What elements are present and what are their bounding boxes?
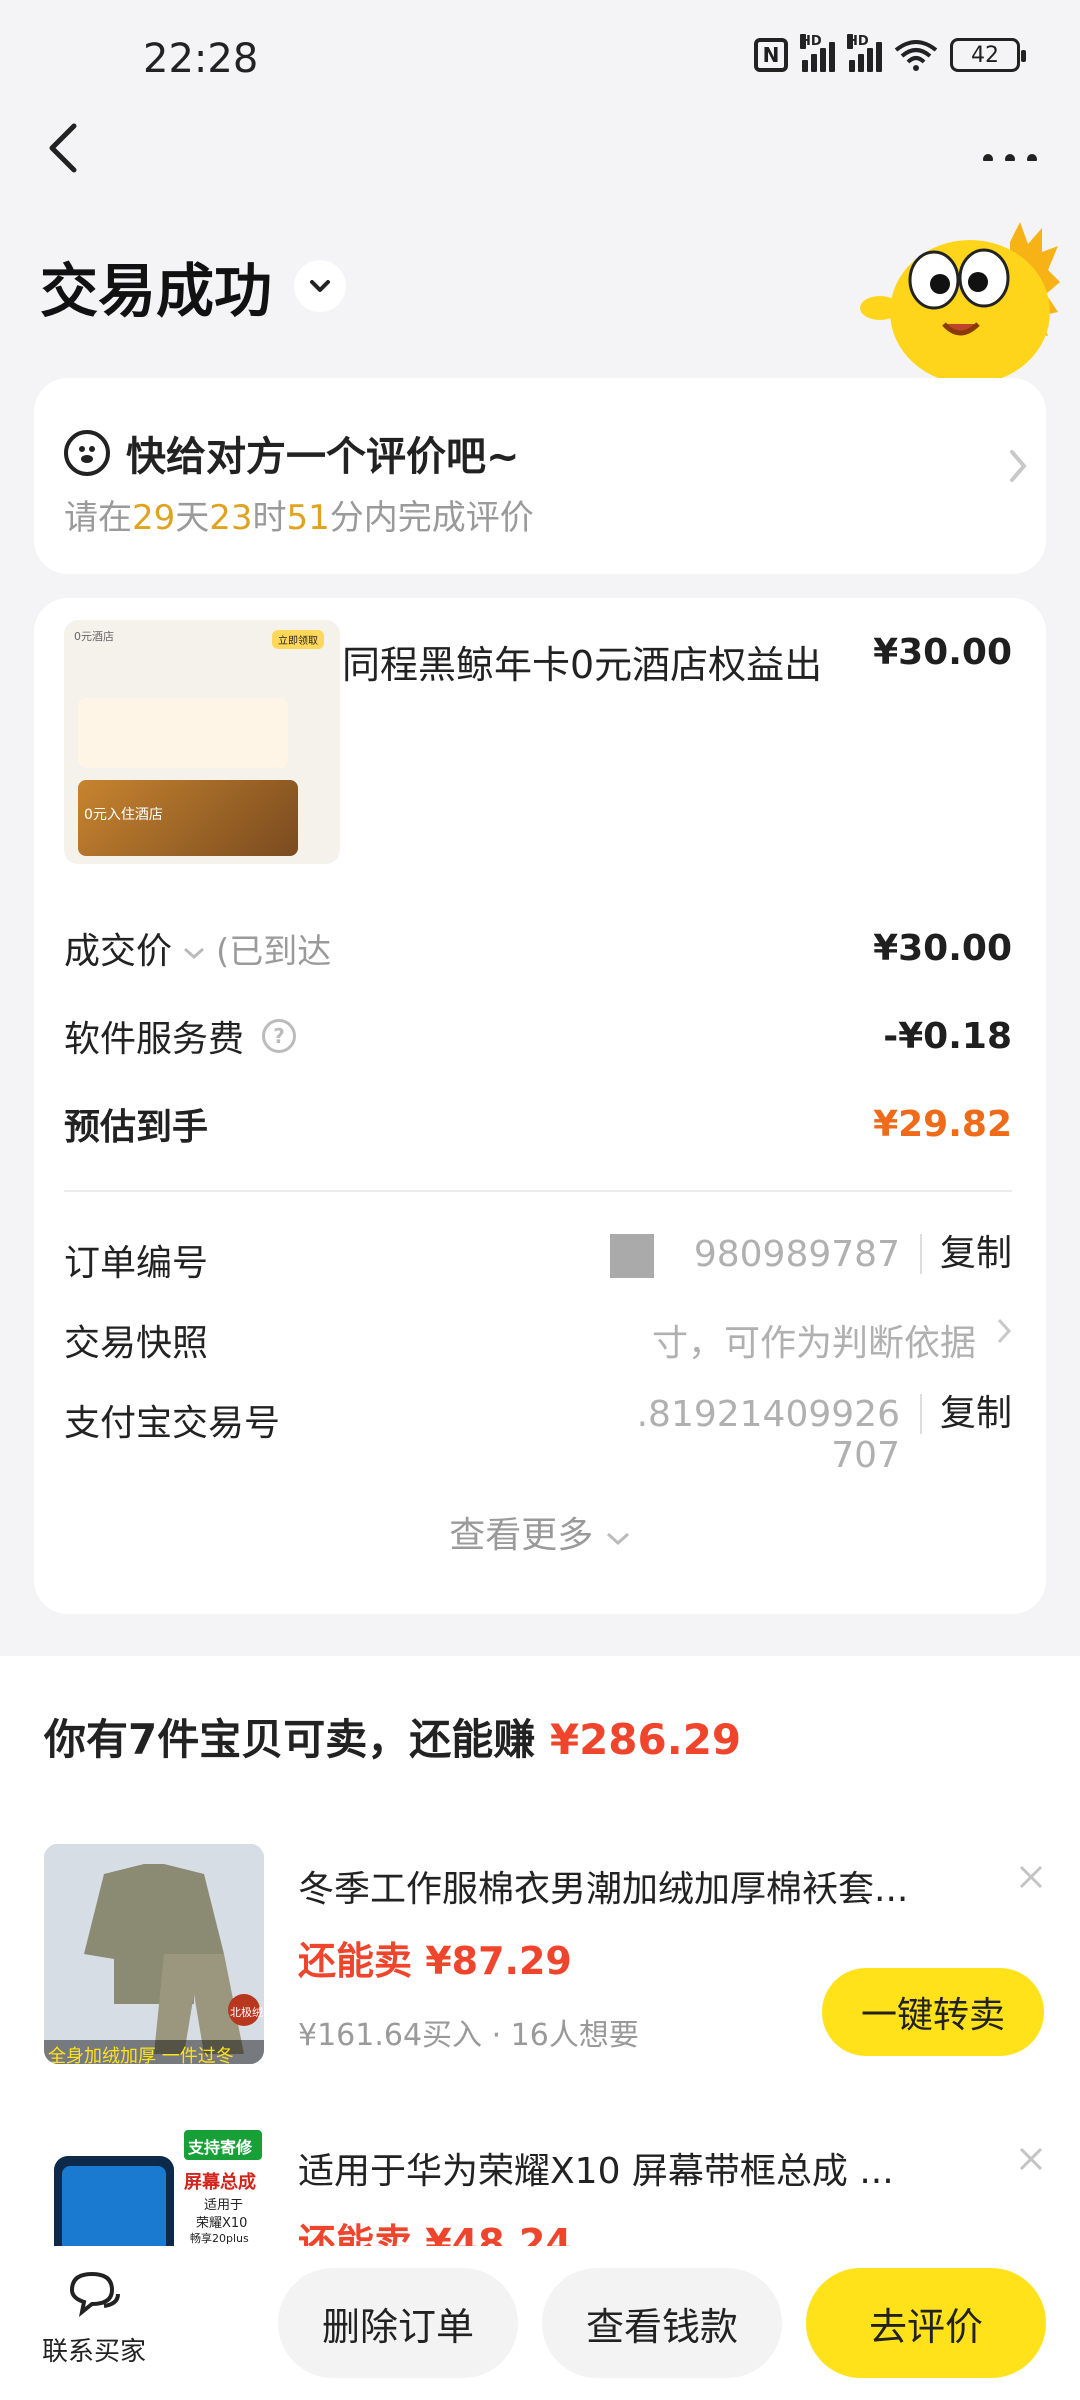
jacket-caption: 全身加绒加厚 一件过冬: [48, 2046, 234, 2064]
page-title-text: 交易成功: [40, 257, 273, 325]
close-icon[interactable]: [1018, 2136, 1044, 2182]
service-fee-label: 软件服务费: [64, 1019, 245, 1060]
review-title-text: 快给对方一个评价吧~: [126, 434, 520, 480]
signal-icon-2: HD: [847, 34, 882, 72]
delete-order-button[interactable]: 删除订单: [278, 2268, 518, 2378]
face-icon: [64, 430, 110, 476]
resell-item[interactable]: 北极绒 全身加绒加厚 一件过冬 冬季工作服棉衣男潮加绒加厚棉袄套... 还能卖 …: [44, 1844, 1044, 2064]
help-icon[interactable]: ?: [262, 1019, 297, 1053]
estimated-income-row: 预估到手 ¥29.82: [64, 1094, 1012, 1154]
review-title: 快给对方一个评价吧~: [64, 424, 520, 482]
product-thumbnail[interactable]: 0元酒店 立即领取 0元入住酒店: [64, 620, 340, 864]
more-icon[interactable]: [980, 110, 1040, 175]
battery-icon: 42: [950, 38, 1026, 72]
resell-title-prefix: 你有7件宝贝可卖，还能赚: [44, 1715, 550, 1764]
jacket-product-image: 北极绒 全身加绒加厚 一件过冬: [44, 1844, 264, 2064]
item-title: 冬季工作服棉衣男潮加绒加厚棉袄套...: [298, 1869, 909, 1910]
snapshot-value: 寸，可作为判断依据: [651, 1323, 976, 1364]
mascot-fish-icon: [860, 222, 1060, 382]
alipay-number-label: 支付宝交易号: [64, 1403, 281, 1444]
bottom-action-bar: 联系买家 删除订单 查看钱款 去评价: [0, 2246, 1080, 2400]
hd-label-2: HD: [847, 34, 869, 49]
wifi-icon: [894, 40, 938, 71]
copy-order-number-button[interactable]: 复制: [919, 1234, 1012, 1274]
thumb-steps: [78, 698, 288, 768]
status-icons: N HD HD 42: [754, 34, 1026, 72]
resell-total-amount: ¥286.29: [549, 1715, 742, 1764]
snapshot-label: 交易快照: [64, 1323, 209, 1364]
resell-title: 你有7件宝贝可卖，还能赚 ¥286.29: [44, 1706, 741, 1767]
service-fee-row: 软件服务费 ? -¥0.18: [64, 1006, 1012, 1066]
countdown-hours: 23: [209, 498, 253, 538]
copy-alipay-number-button[interactable]: 复制: [919, 1394, 1012, 1434]
thumb-img-text: 0元入住酒店: [84, 807, 163, 823]
alipay-number-line1: .81921409926: [636, 1394, 900, 1435]
order-detail-card: 0元酒店 立即领取 0元入住酒店 同程黑鲸年卡0元酒店权益出 ¥30.00 成交…: [34, 598, 1046, 1614]
close-icon[interactable]: [1018, 1854, 1044, 1900]
chat-icon: [69, 2271, 120, 2317]
deal-price-row: 成交价 (已到达 ¥30.00: [64, 918, 1012, 978]
deal-price-value: ¥30.00: [873, 927, 1012, 969]
review-countdown: 请在29天23时51分内完成评价: [64, 490, 534, 539]
countdown-days: 29: [132, 498, 176, 538]
badge-for: 适用于: [204, 2198, 244, 2213]
countdown-prefix: 请在: [64, 498, 132, 538]
chevron-down-icon[interactable]: [294, 260, 347, 312]
service-fee-value: -¥0.18: [883, 1015, 1012, 1057]
divider: [64, 1190, 1012, 1192]
contact-buyer-button[interactable]: 联系买家: [34, 2268, 154, 2368]
status-time: 22:28: [143, 36, 259, 82]
jacket-badge: 北极绒: [230, 2006, 263, 2019]
chevron-down-icon: [606, 1532, 629, 1546]
redacted-block: [609, 1234, 654, 1278]
alipay-number-line2: 707: [831, 1435, 900, 1476]
order-number-row: 订单编号 980989787 复制: [64, 1234, 1012, 1286]
order-number-value: 980989787: [693, 1234, 900, 1275]
item-meta: ¥161.64买入 · 16人想要: [298, 2018, 639, 2053]
countdown-hours-unit: 时: [252, 498, 287, 538]
countdown-suffix: 分内完成评价: [329, 498, 534, 538]
thumb-tag: 立即领取: [272, 630, 324, 649]
badge-model: 荣耀X10: [196, 2216, 248, 2231]
battery-level: 42: [971, 42, 999, 68]
countdown-days-unit: 天: [175, 498, 210, 538]
badge-model-2: 畅享20plus: [190, 2232, 249, 2245]
see-more-button[interactable]: 查看更多: [34, 1506, 1046, 1558]
hd-label: HD: [800, 34, 822, 49]
chevron-down-icon[interactable]: [182, 928, 206, 969]
one-click-resell-button[interactable]: 一键转卖: [822, 1968, 1044, 2056]
badge-screen: 屏幕总成: [184, 2172, 256, 2193]
page-title[interactable]: 交易成功: [40, 244, 347, 328]
item-title: 适用于华为荣耀X10 屏幕带框总成 ...: [298, 2151, 894, 2192]
estimated-value: ¥29.82: [873, 1103, 1012, 1145]
go-review-button[interactable]: 去评价: [806, 2268, 1046, 2378]
product-title[interactable]: 同程黑鲸年卡0元酒店权益出: [342, 634, 822, 689]
estimated-label: 预估到手: [64, 1107, 209, 1148]
nav-bar: [0, 110, 1080, 190]
thumb-top-text: 0元酒店: [74, 630, 114, 643]
nfc-icon: N: [754, 38, 788, 72]
resell-section: 你有7件宝贝可卖，还能赚 ¥286.29 北极绒 全身加绒加厚 一件过冬 冬季工…: [0, 1656, 1080, 2346]
deal-price-label: 成交价: [64, 931, 173, 972]
snapshot-row[interactable]: 交易快照 寸，可作为判断依据: [64, 1314, 1012, 1366]
badge-repair: 支持寄修: [188, 2138, 253, 2157]
chevron-right-icon: [1008, 444, 1028, 495]
review-reminder-card[interactable]: 快给对方一个评价吧~ 请在29天23时51分内完成评价: [34, 378, 1046, 574]
order-number-label: 订单编号: [64, 1243, 209, 1284]
back-icon[interactable]: [44, 120, 84, 186]
contact-buyer-label: 联系买家: [41, 2337, 146, 2367]
countdown-minutes: 51: [286, 498, 330, 538]
status-bar: 22:28 N HD HD 42: [0, 0, 1080, 120]
signal-icon: HD: [800, 34, 835, 72]
deal-price-note: (已到达: [216, 931, 332, 972]
product-price: ¥30.00: [873, 632, 1012, 673]
see-more-label: 查看更多: [449, 1515, 594, 1556]
item-earn: 还能卖 ¥87.29: [298, 1939, 572, 1983]
chevron-right-icon: [996, 1314, 1012, 1355]
alipay-number-row: 支付宝交易号 .81921409926 707 复制: [64, 1394, 1012, 1477]
view-money-button[interactable]: 查看钱款: [542, 2268, 782, 2378]
